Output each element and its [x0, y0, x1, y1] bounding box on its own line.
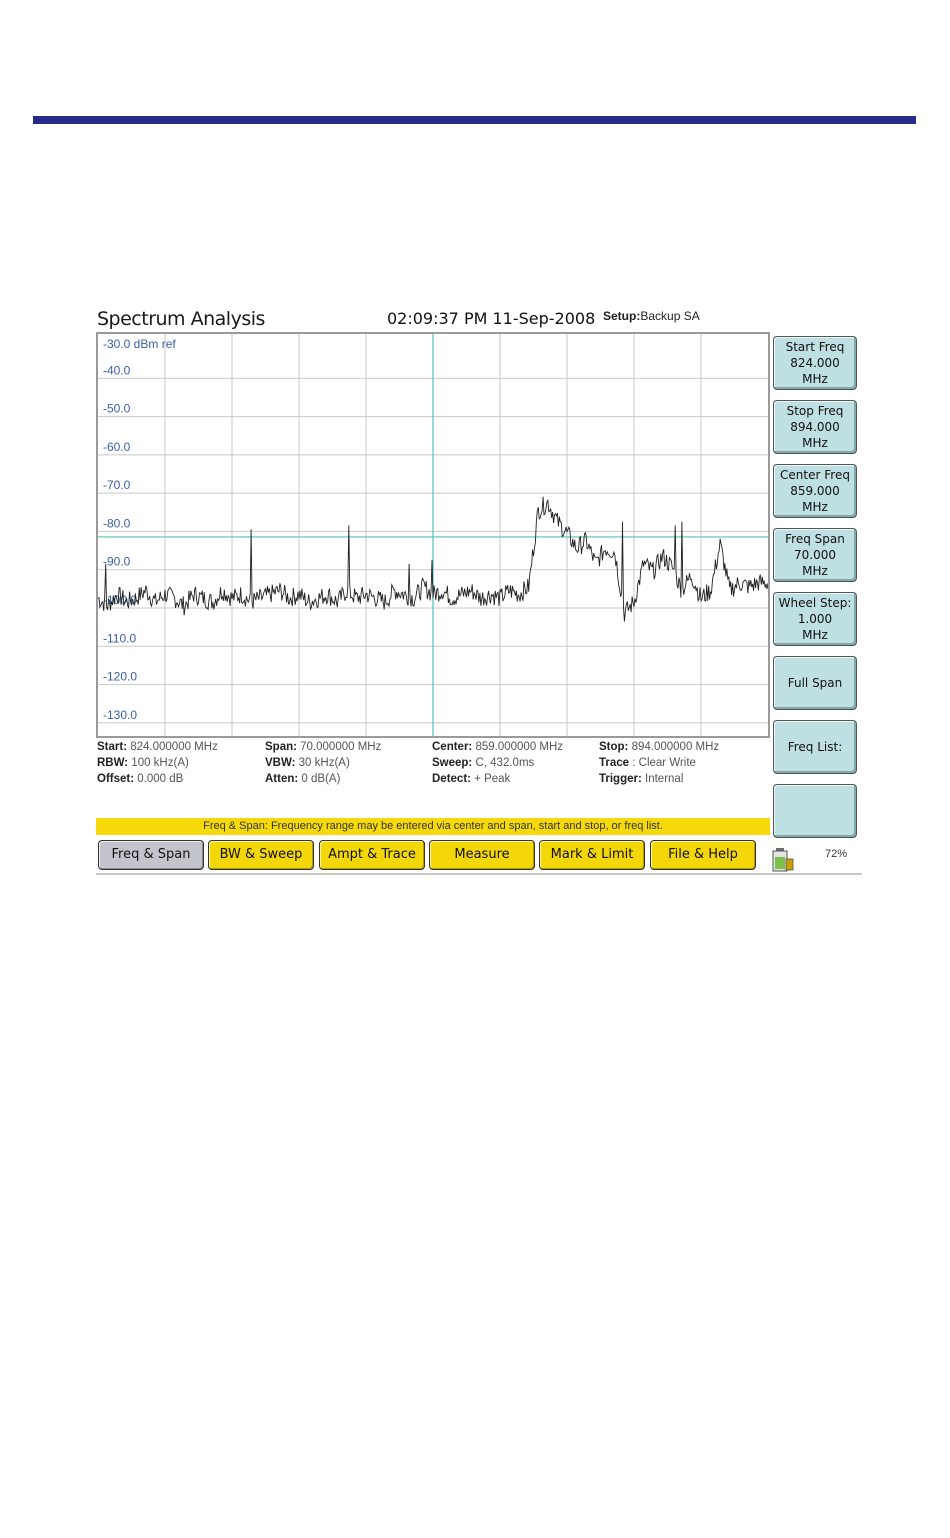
- param-label: VBW:: [265, 757, 296, 769]
- spectrum-plot[interactable]: -30.0 dBm ref -40.0 -50.0 -60.0 -70.0 -80.0 -9…: [96, 332, 770, 738]
- softkey-text: MHz: [802, 372, 828, 386]
- header-rule: [33, 116, 916, 124]
- softkey-text: 859.000: [790, 484, 840, 498]
- param-label: RBW:: [97, 757, 129, 769]
- softkey-text: 70.000: [794, 548, 836, 562]
- battery-percent: 72%: [825, 848, 848, 860]
- softkey-text: 894.000: [790, 420, 840, 434]
- param-label: Detect:: [432, 773, 471, 785]
- ref-level-label: -30.0 dBm ref: [103, 337, 176, 351]
- softkey-start-freq[interactable]: Start Freq 824.000 MHz: [773, 336, 857, 390]
- param-value: + Peak: [474, 773, 511, 785]
- param-row: Trace : Clear Write: [599, 755, 719, 771]
- param-row: Sweep: C, 432.0ms: [432, 755, 563, 771]
- softkey-text: Full Span: [787, 676, 843, 690]
- softkey-stop-freq[interactable]: Stop Freq 894.000 MHz: [773, 400, 857, 454]
- screen-bottom-border: [96, 873, 862, 875]
- softkey-wheel-step[interactable]: Wheel Step: 1.000 MHz: [773, 592, 857, 646]
- measurement-params: Start: 824.000000 MHz RBW: 100 kHz(A) Offs…: [97, 739, 777, 789]
- softkey-full-span[interactable]: Full Span: [773, 656, 857, 710]
- softkey-text: Start Freq: [785, 340, 845, 354]
- softkey-text: MHz: [802, 500, 828, 514]
- param-row: Atten: 0 dB(A): [265, 771, 381, 787]
- screen-title: Spectrum Analysis: [97, 308, 265, 330]
- softkey-text: MHz: [802, 436, 828, 450]
- softkey-text: MHz: [802, 564, 828, 578]
- params-col-start: Start: 824.000000 MHz RBW: 100 kHz(A) Offs…: [97, 739, 218, 787]
- params-col-stop: Stop: 894.000000 MHz Trace : Clear Write T…: [599, 739, 719, 787]
- param-label: Span:: [265, 741, 297, 753]
- softkey-text: 824.000: [790, 356, 840, 370]
- softkey-text: Freq List:: [787, 740, 843, 754]
- y-tick-label: -60.0: [103, 440, 131, 454]
- param-value: 0 dB(A): [301, 773, 341, 785]
- softkey-text: MHz: [802, 628, 828, 642]
- param-label: Center:: [432, 741, 473, 753]
- y-tick-label: -120.0: [103, 670, 137, 684]
- status-message: Freq & Span: Frequency range may be ente…: [96, 818, 770, 835]
- datetime-readout: 02:09:37 PM 11-Sep-2008: [387, 309, 596, 328]
- param-label: Stop:: [599, 741, 629, 753]
- tab-freq-span[interactable]: Freq & Span: [98, 840, 204, 870]
- param-label: Offset:: [97, 773, 135, 785]
- softkey-center-freq[interactable]: Center Freq 859.000 MHz: [773, 464, 857, 518]
- y-tick-label: -70.0: [103, 478, 131, 492]
- param-value: 70.000000 MHz: [300, 741, 382, 753]
- setup-value: Backup SA: [640, 309, 700, 323]
- param-value: 0.000 dB: [137, 773, 184, 785]
- tab-mark-limit[interactable]: Mark & Limit: [539, 840, 645, 870]
- softkey-text: Center Freq: [780, 468, 850, 482]
- param-row: VBW: 30 kHz(A): [265, 755, 381, 771]
- param-row: RBW: 100 kHz(A): [97, 755, 218, 771]
- param-row: Center: 859.000000 MHz: [432, 739, 563, 755]
- param-row: Offset: 0.000 dB: [97, 771, 218, 787]
- param-value: : Clear Write: [632, 757, 696, 769]
- softkey-text: Wheel Step:: [778, 596, 852, 610]
- spectrum-chart: -30.0 dBm ref -40.0 -50.0 -60.0 -70.0 -80.0 -9…: [98, 334, 768, 736]
- y-tick-label: -50.0: [103, 402, 131, 416]
- param-value: C, 432.0ms: [475, 757, 535, 769]
- y-tick-label: -110.0: [103, 631, 136, 645]
- param-value: 30 kHz(A): [298, 757, 350, 769]
- param-row: Trigger: Internal: [599, 771, 719, 787]
- analyzer-screen: Spectrum Analysis 02:09:37 PM 11-Sep-200…: [95, 303, 863, 878]
- battery-icon: [772, 848, 794, 872]
- param-label: Trigger:: [599, 773, 642, 785]
- tab-measure[interactable]: Measure: [429, 840, 535, 870]
- softkey-text: Stop Freq: [786, 404, 844, 418]
- params-col-center: Center: 859.000000 MHz Sweep: C, 432.0ms D…: [432, 739, 563, 787]
- param-label: Atten:: [265, 773, 299, 785]
- param-value: Internal: [645, 773, 684, 785]
- param-label: Start:: [97, 741, 128, 753]
- param-label: Trace: [599, 757, 630, 769]
- y-tick-label: -40.0: [103, 363, 131, 377]
- y-tick-label: -80.0: [103, 516, 131, 530]
- softkey-freq-span[interactable]: Freq Span 70.000 MHz: [773, 528, 857, 582]
- param-row: Detect: + Peak: [432, 771, 563, 787]
- softkey-text: Freq Span: [785, 532, 845, 546]
- param-value: 894.000000 MHz: [631, 741, 720, 753]
- param-row: Span: 70.000000 MHz: [265, 739, 381, 755]
- params-col-span: Span: 70.000000 MHz VBW: 30 kHz(A) Atten: …: [265, 739, 381, 787]
- softkey-freq-list[interactable]: Freq List:: [773, 720, 857, 774]
- setup-label: Setup:: [603, 309, 641, 323]
- tab-bw-sweep[interactable]: BW & Sweep: [208, 840, 314, 870]
- softkey-text: 1.000: [797, 612, 833, 626]
- param-row: Stop: 894.000000 MHz: [599, 739, 719, 755]
- setup-readout: Setup:Backup SA: [603, 309, 700, 323]
- param-row: Start: 824.000000 MHz: [97, 739, 218, 755]
- y-tick-label: -130.0: [103, 708, 137, 722]
- param-label: Sweep:: [432, 757, 473, 769]
- param-value: 824.000000 MHz: [130, 741, 218, 753]
- param-value: 100 kHz(A): [131, 757, 189, 769]
- tab-file-help[interactable]: File & Help: [650, 840, 756, 870]
- softkey-blank[interactable]: [773, 784, 857, 838]
- y-tick-label: -90.0: [103, 555, 131, 569]
- param-value: 859.000000 MHz: [475, 741, 564, 753]
- tab-ampt-trace[interactable]: Ampt & Trace: [319, 840, 425, 870]
